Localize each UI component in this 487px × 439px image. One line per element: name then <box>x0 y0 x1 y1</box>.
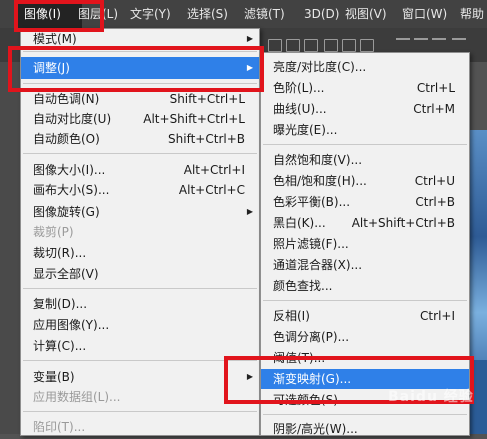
menu-separator <box>23 360 257 361</box>
distribute-icon[interactable] <box>414 38 428 40</box>
watermark: Baidu 经验 <box>388 389 474 405</box>
align-icon[interactable] <box>360 39 374 52</box>
menu-item-brightness-contrast[interactable]: 亮度/对比度(C)... <box>261 57 469 77</box>
menu-item-reveal-all[interactable]: 显示全部(V) <box>21 264 259 284</box>
menu-item-crop[interactable]: 裁剪(P) <box>21 222 259 242</box>
align-icon[interactable] <box>304 39 318 52</box>
menu-item-shortcut: Alt+Ctrl+C <box>178 183 245 197</box>
menu-item-calculations[interactable]: 计算(C)... <box>21 336 259 356</box>
menu-item-shortcut: Alt+Shift+Ctrl+L <box>143 112 245 126</box>
menu-item-label: 应用图像(Y)... <box>33 318 110 332</box>
menu-item-label: 自动对比度(U) <box>33 112 112 126</box>
menu-item-label: 曲线(U)... <box>273 102 327 116</box>
menu-item-shortcut: Shift+Ctrl+B <box>168 132 245 146</box>
menu-item-levels[interactable]: 色阶(L)... Ctrl+L <box>261 78 469 98</box>
menu-item-label: 裁剪(P) <box>33 225 74 239</box>
distribute-icon[interactable] <box>396 38 410 40</box>
menu-type[interactable]: 文字(Y) <box>130 0 171 28</box>
menu-item-trim[interactable]: 裁切(R)... <box>21 243 259 263</box>
menu-item-shortcut: Ctrl+M <box>413 102 455 116</box>
menu-item-label: 阴影/高光(W)... <box>273 422 358 436</box>
submenu-arrow-icon: ▶ <box>246 207 253 216</box>
menu-item-image-size[interactable]: 图像大小(I)... Alt+Ctrl+I <box>21 160 259 180</box>
menu-item-label: 自然饱和度(V)... <box>273 153 363 167</box>
menu-item-color-balance[interactable]: 色彩平衡(B)... Ctrl+B <box>261 192 469 212</box>
menu-item-curves[interactable]: 曲线(U)... Ctrl+M <box>261 99 469 119</box>
align-icon[interactable] <box>286 39 300 52</box>
menu-separator <box>23 153 257 154</box>
distribute-icon[interactable] <box>452 38 466 40</box>
menu-item-shadows-highlights[interactable]: 阴影/高光(W)... <box>261 419 469 439</box>
menu-item-label: 曝光度(E)... <box>273 123 338 137</box>
menu-item-label: 色阶(L)... <box>273 81 325 95</box>
menu-item-label: 应用数据组(L)... <box>33 390 121 404</box>
tools-panel <box>0 62 22 434</box>
menu-item-label: 颜色查找... <box>273 279 333 293</box>
menu-separator <box>263 144 467 145</box>
align-icon[interactable] <box>342 39 356 52</box>
menu-item-label: 变量(B) <box>33 370 75 384</box>
menu-select[interactable]: 选择(S) <box>187 0 228 28</box>
menu-item-shortcut: Ctrl+I <box>420 309 455 323</box>
menu-item-label: 通道混合器(X)... <box>273 258 363 272</box>
menu-item-duplicate[interactable]: 复制(D)... <box>21 294 259 314</box>
menu-item-label: 显示全部(V) <box>33 267 99 281</box>
menu-item-label: 画布大小(S)... <box>33 183 110 197</box>
menu-item-canvas-size[interactable]: 画布大小(S)... Alt+Ctrl+C <box>21 180 259 200</box>
menu-item-color-lookup[interactable]: 颜色查找... <box>261 276 469 296</box>
menu-3d[interactable]: 3D(D) <box>304 0 339 28</box>
menu-item-apply-image[interactable]: 应用图像(Y)... <box>21 315 259 335</box>
menu-window[interactable]: 窗口(W) <box>402 0 447 28</box>
distribute-icon[interactable] <box>432 38 446 40</box>
menu-item-label: 复制(D)... <box>33 297 88 311</box>
menu-separator <box>23 411 257 412</box>
menu-item-auto-color[interactable]: 自动颜色(O) Shift+Ctrl+B <box>21 129 259 149</box>
menu-item-label: 色彩平衡(B)... <box>273 195 351 209</box>
align-icon[interactable] <box>324 39 338 52</box>
menu-item-posterize[interactable]: 色调分离(P)... <box>261 327 469 347</box>
menu-item-hue-saturation[interactable]: 色相/饱和度(H)... Ctrl+U <box>261 171 469 191</box>
menu-item-label: 照片滤镜(F)... <box>273 237 349 251</box>
menu-separator <box>23 288 257 289</box>
menu-item-auto-tone[interactable]: 自动色调(N) Shift+Ctrl+L <box>21 89 259 109</box>
menu-item-label: 色相/饱和度(H)... <box>273 174 367 188</box>
menu-item-label: 自动色调(N) <box>33 92 100 106</box>
menu-item-exposure[interactable]: 曝光度(E)... <box>261 120 469 140</box>
menu-item-shortcut: Shift+Ctrl+L <box>169 92 245 106</box>
menu-filter[interactable]: 滤镜(T) <box>244 0 285 28</box>
menu-item-label: 色调分离(P)... <box>273 330 350 344</box>
menu-item-label: 黑白(K)... <box>273 216 326 230</box>
menu-separator <box>263 300 467 301</box>
menu-item-label: 图像旋转(G) <box>33 205 100 219</box>
annotation-box-image-menu <box>14 0 104 32</box>
menu-item-label: 裁切(R)... <box>33 246 87 260</box>
menu-item-channel-mixer[interactable]: 通道混合器(X)... <box>261 255 469 275</box>
annotation-box-adjust <box>8 46 264 92</box>
menu-item-photo-filter[interactable]: 照片滤镜(F)... <box>261 234 469 254</box>
menu-item-label: 计算(C)... <box>33 339 87 353</box>
align-icon[interactable] <box>268 39 282 52</box>
menu-item-shortcut: Ctrl+U <box>414 174 455 188</box>
menu-item-trap[interactable]: 陷印(T)... <box>21 417 259 437</box>
menu-item-label: 反相(I) <box>273 309 310 323</box>
menu-item-invert[interactable]: 反相(I) Ctrl+I <box>261 306 469 326</box>
menu-item-label: 陷印(T)... <box>33 420 86 434</box>
menu-item-auto-contrast[interactable]: 自动对比度(U) Alt+Shift+Ctrl+L <box>21 109 259 129</box>
menu-item-shortcut: Ctrl+L <box>416 81 455 95</box>
menu-item-image-rotation[interactable]: 图像旋转(G) ▶ <box>21 202 259 222</box>
menu-item-label: 亮度/对比度(C)... <box>273 60 367 74</box>
menu-item-black-white[interactable]: 黑白(K)... Alt+Shift+Ctrl+B <box>261 213 469 233</box>
menu-view[interactable]: 视图(V) <box>345 0 387 28</box>
menu-item-label: 自动颜色(O) <box>33 132 100 146</box>
menu-separator <box>263 414 467 415</box>
menu-item-shortcut: Ctrl+B <box>415 195 455 209</box>
menu-item-shortcut: Alt+Shift+Ctrl+B <box>351 216 455 230</box>
menu-help[interactable]: 帮助 <box>460 0 484 28</box>
menu-item-shortcut: Alt+Ctrl+I <box>183 163 245 177</box>
menu-item-label: 图像大小(I)... <box>33 163 106 177</box>
menu-item-vibrance[interactable]: 自然饱和度(V)... <box>261 150 469 170</box>
